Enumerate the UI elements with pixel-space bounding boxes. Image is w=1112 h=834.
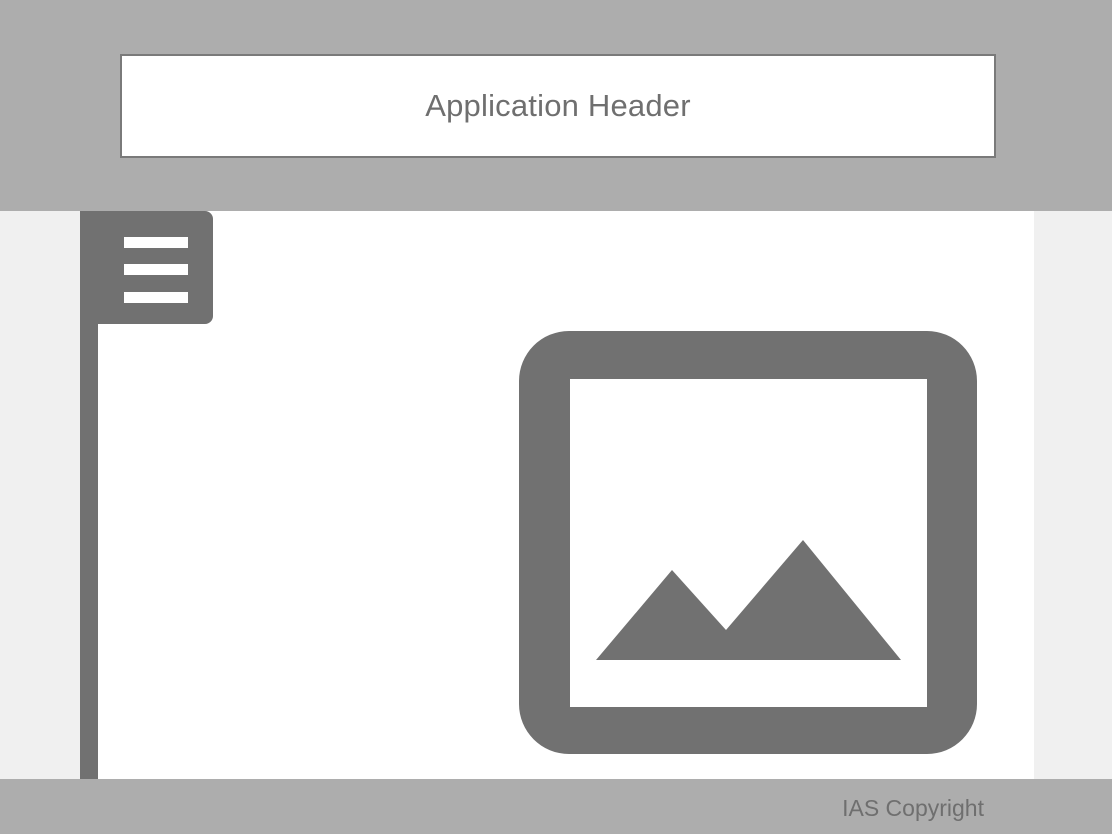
mountains-shape (596, 540, 901, 660)
image-frame (519, 331, 977, 754)
menu-icon-bar-middle (124, 264, 188, 275)
application-header-title: Application Header (425, 88, 691, 123)
footer-copyright-text: IAS Copyright (842, 795, 984, 821)
footer-bar: IAS Copyright (0, 779, 1112, 834)
menu-icon-bar-top (124, 237, 188, 248)
hamburger-menu-button[interactable] (80, 211, 213, 324)
image-placeholder-icon (519, 331, 977, 754)
menu-icon-bar-bottom (124, 292, 188, 303)
app-wireframe: Application Header IAS Copyright (0, 0, 1112, 834)
application-header: Application Header (120, 54, 996, 158)
